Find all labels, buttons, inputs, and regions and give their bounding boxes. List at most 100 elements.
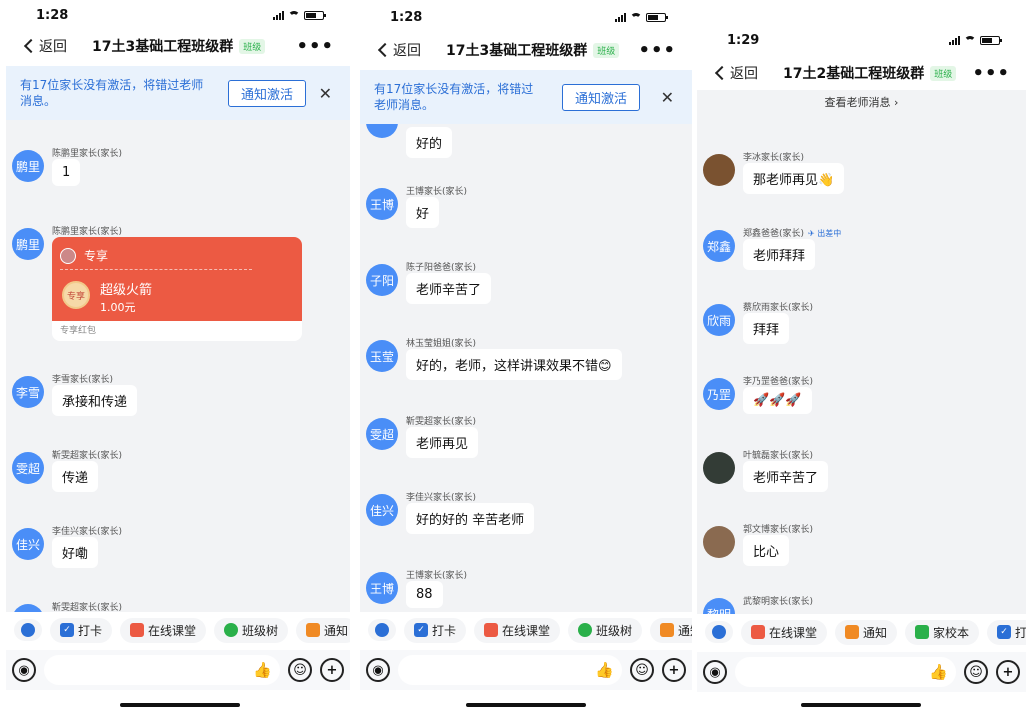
message-input[interactable]: 👍 <box>44 655 280 685</box>
thumb-icon[interactable]: 👍 <box>253 661 272 679</box>
message-bubble[interactable]: 那老师再见👋 <box>743 163 845 194</box>
message-bubble[interactable]: 老师辛苦了 <box>406 273 492 304</box>
mic-icon[interactable]: ◉ <box>703 660 727 684</box>
close-icon[interactable]: ✕ <box>319 84 332 103</box>
message-list[interactable]: 李冰家长(家长) 那老师再见👋 郑鑫 郑鑫爸爸(家长) ✈ 出差中 老师拜拜 欣雨… <box>697 116 1026 614</box>
sender-name: 蔡欣雨家长(家长) <box>743 303 814 313</box>
toolbar-notice[interactable]: 通知 <box>835 619 898 645</box>
message-bubble[interactable]: 老师再见 <box>406 427 479 458</box>
message-bubble[interactable]: 好嘞 <box>52 537 99 568</box>
message-bubble[interactable]: 老师拜拜 <box>743 239 816 270</box>
message-bubble[interactable]: 承接和传递 <box>52 385 138 416</box>
toolbar-checkin[interactable]: ✓打卡 <box>404 617 467 643</box>
emoji-icon[interactable]: ☺ <box>964 660 988 684</box>
status-bar: 1:29 <box>697 25 1026 55</box>
more-button[interactable]: ••• <box>638 40 676 61</box>
avatar[interactable]: 雯超 <box>12 452 44 484</box>
avatar[interactable]: 佳兴 <box>366 494 398 526</box>
megaphone-icon <box>660 623 675 637</box>
message-bubble[interactable]: 老师辛苦了 <box>743 461 829 492</box>
avatar[interactable]: 欣雨 <box>703 304 735 336</box>
avatar[interactable] <box>366 124 398 138</box>
sender-name: 靳雯超家长(家长) <box>52 603 123 612</box>
avatar[interactable]: 雯超 <box>366 418 398 450</box>
avatar[interactable]: 王博 <box>366 188 398 220</box>
close-icon[interactable]: ✕ <box>661 88 674 107</box>
plus-icon[interactable]: + <box>662 658 686 682</box>
toolbar-online-class[interactable]: 在线课堂 <box>741 619 828 645</box>
toolbar-label: 通知 <box>678 623 692 638</box>
message-bubble[interactable]: 88 <box>406 581 443 608</box>
assistant-button[interactable] <box>14 619 42 641</box>
avatar[interactable]: 玉莹 <box>366 340 398 372</box>
banner-text: 有17位家长没有激活，将错过老师消息。 <box>374 82 534 112</box>
avatar[interactable] <box>703 452 735 484</box>
message-bubble[interactable]: 比心 <box>743 535 790 566</box>
avatar[interactable]: 鹏里 <box>12 150 44 182</box>
toolbar-checkin[interactable]: ✓打卡 <box>987 619 1026 645</box>
assistant-button[interactable] <box>705 621 733 643</box>
message-bubble[interactable]: 好的好的 辛苦老师 <box>406 503 535 534</box>
sender-name: 李雪家长(家长) <box>52 375 114 385</box>
sender-name: 叶毓磊家长(家长) <box>743 451 814 461</box>
toolbar-label: 班级树 <box>596 623 633 638</box>
message-bubble[interactable]: 拜拜 <box>743 313 790 344</box>
avatar[interactable]: 李雪 <box>12 376 44 408</box>
avatar[interactable]: 郑鑫 <box>703 230 735 262</box>
avatar[interactable]: 佳兴 <box>12 528 44 560</box>
back-button[interactable]: 返回 <box>376 40 446 60</box>
view-teacher-messages-link[interactable]: 查看老师消息 › <box>697 90 1026 116</box>
toolbar-class-tree[interactable]: 班级树 <box>214 617 289 643</box>
toolbar-online-class[interactable]: 在线课堂 <box>120 617 207 643</box>
toolbar-label: 在线课堂 <box>148 623 197 638</box>
sender-name: 郭文博家长(家长) <box>743 525 814 535</box>
nav-bar: 返回 17土2基础工程班级群 班级 ••• <box>697 57 1026 89</box>
more-button[interactable]: ••• <box>296 36 334 57</box>
avatar[interactable]: 黎明 <box>703 598 735 614</box>
sender-name: 李佳兴家长(家长) <box>52 527 123 537</box>
more-button[interactable]: ••• <box>972 63 1010 84</box>
page-title: 17土3基础工程班级群 班级 <box>92 36 266 56</box>
avatar[interactable] <box>703 154 735 186</box>
toolbar-homework[interactable]: 家校本 <box>905 619 980 645</box>
toolbar-notice[interactable]: 通知 <box>296 617 350 643</box>
avatar[interactable] <box>12 604 44 612</box>
assistant-button[interactable] <box>368 619 396 641</box>
mic-icon[interactable]: ◉ <box>366 658 390 682</box>
avatar[interactable]: 乃罡 <box>703 378 735 410</box>
avatar[interactable]: 王博 <box>366 572 398 604</box>
message-list[interactable]: 好的 王博 王博家长(家长) 好 子阳 陈子阳爸爸(家长) 老师辛苦了 玉莹 林… <box>360 124 692 612</box>
input-bar: ◉ 👍 ☺ + <box>360 650 692 690</box>
toolbar-notice[interactable]: 通知 <box>650 617 692 643</box>
back-button[interactable]: 返回 <box>713 63 783 83</box>
message-bubble[interactable]: 好的 <box>406 127 453 158</box>
message-input[interactable]: 👍 <box>735 657 956 687</box>
toolbar-online-class[interactable]: 在线课堂 <box>474 617 561 643</box>
battery-icon <box>304 10 326 20</box>
message-input[interactable]: 👍 <box>398 655 622 685</box>
plus-icon[interactable]: + <box>320 658 344 682</box>
back-button[interactable]: 返回 <box>22 36 92 56</box>
sender-name: 李佳兴家长(家长) <box>406 493 477 503</box>
message-bubble[interactable]: 🚀🚀🚀 <box>743 387 812 414</box>
message-list[interactable]: 鹏里 陈鹏里家长(家长) 1 鹏里 陈鹏里家长(家长) 专享 专享 超级火箭 1… <box>6 120 350 612</box>
notify-activate-button[interactable]: 通知激活 <box>562 83 641 111</box>
thumb-icon[interactable]: 👍 <box>929 663 948 681</box>
message-bubble[interactable]: 传递 <box>52 461 99 492</box>
plus-icon[interactable]: + <box>996 660 1020 684</box>
toolbar-class-tree[interactable]: 班级树 <box>568 617 643 643</box>
toolbar-checkin[interactable]: ✓打卡 <box>50 617 113 643</box>
notify-activate-button[interactable]: 通知激活 <box>228 79 307 107</box>
avatar[interactable]: 鹏里 <box>12 228 44 260</box>
message-bubble[interactable]: 1 <box>52 159 81 186</box>
avatar[interactable] <box>703 526 735 558</box>
message-bubble[interactable]: 好的，老师，这样讲课效果不错😊 <box>406 349 622 380</box>
sender-name: 李乃罡爸爸(家长) <box>743 377 814 387</box>
avatar[interactable]: 子阳 <box>366 264 398 296</box>
emoji-icon[interactable]: ☺ <box>630 658 654 682</box>
message-bubble[interactable]: 好 <box>406 197 440 228</box>
thumb-icon[interactable]: 👍 <box>595 661 614 679</box>
red-packet[interactable]: 专享 专享 超级火箭 1.00元 专享红包 <box>52 237 302 341</box>
mic-icon[interactable]: ◉ <box>12 658 36 682</box>
emoji-icon[interactable]: ☺ <box>288 658 312 682</box>
